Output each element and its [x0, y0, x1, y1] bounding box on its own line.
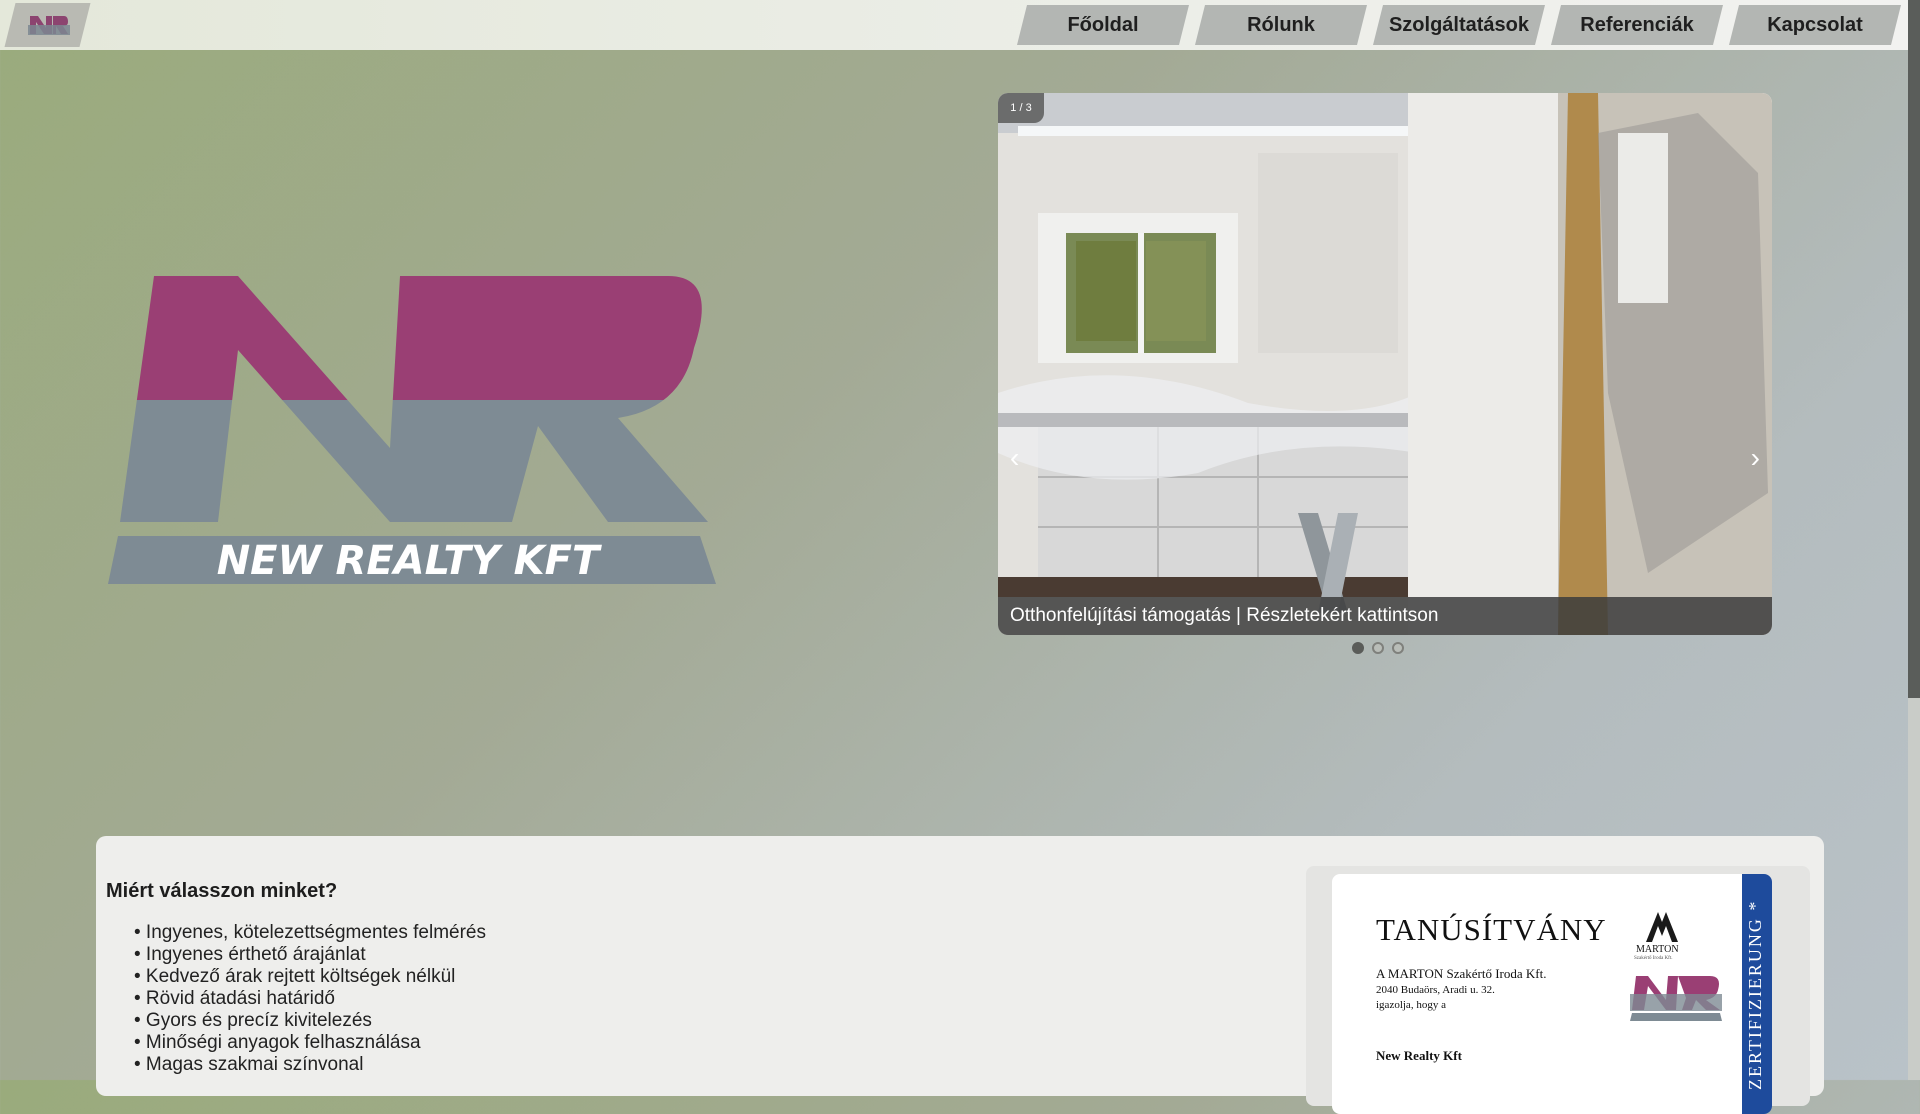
- nr-certificate-logo: [1630, 976, 1722, 1021]
- prev-slide-icon[interactable]: ‹: [1010, 443, 1019, 473]
- carousel-dot-3[interactable]: [1392, 642, 1404, 654]
- nav-item-referenciak[interactable]: Referenciák: [1551, 5, 1723, 45]
- nav-item-fooldal[interactable]: Főoldal: [1017, 5, 1189, 45]
- list-item: • Gyors és precíz kivitelezés: [134, 1010, 372, 1031]
- new-realty-logo: NEW REALTY KFT: [108, 276, 716, 584]
- certificate-issuer: A MARTON Szakértő Iroda Kft.: [1376, 966, 1547, 981]
- certificate-address: 2040 Budaörs, Aradi u. 32.: [1376, 984, 1495, 996]
- marton-emblem-icon: [1646, 912, 1678, 942]
- slide-caption[interactable]: Otthonfelújítási támogatás | Részletekér…: [998, 597, 1772, 635]
- certification-band: ZERTIFIZIERUNG *: [1742, 874, 1772, 1114]
- nr-mini-logo[interactable]: [26, 12, 70, 38]
- marton-name: MARTON: [1636, 944, 1679, 955]
- nav-label: Kapcsolat: [1767, 14, 1863, 36]
- list-item: • Minőségi anyagok felhasználása: [134, 1032, 421, 1053]
- certificate-card: TANÚSÍTVÁNY A MARTON Szakértő Iroda Kft.…: [1306, 866, 1810, 1114]
- marton-subtitle: Szakértő Iroda Kft.: [1634, 956, 1673, 961]
- list-item: • Ingyenes, kötelezettségmentes felmérés: [134, 922, 487, 943]
- why-choose-us-heading: Miért válasszon minket?: [106, 880, 338, 902]
- top-navigation-bar: Főoldal Rólunk Szolgáltatások Referenciá…: [0, 0, 1908, 50]
- nav-item-rolunk[interactable]: Rólunk: [1195, 5, 1367, 45]
- image-carousel[interactable]: 1 / 3 ‹ › Otthonfelújítási támogatás | R…: [998, 93, 1772, 635]
- nav-label: Rólunk: [1247, 14, 1315, 36]
- nav-item-kapcsolat[interactable]: Kapcsolat: [1729, 5, 1901, 45]
- next-slide-icon[interactable]: ›: [1751, 443, 1760, 473]
- certificate-title: TANÚSÍTVÁNY: [1376, 912, 1607, 947]
- list-item: • Kedvező árak rejtett költségek nélkül: [134, 966, 456, 987]
- list-item: • Rövid átadási határidő: [134, 988, 335, 1009]
- carousel-dots: [1352, 641, 1412, 657]
- certificate-company: New Realty Kft: [1376, 1048, 1462, 1063]
- list-item: • Magas szakmai színvonal: [134, 1054, 364, 1075]
- scrollbar-thumb[interactable]: [1908, 0, 1920, 698]
- nav-label: Szolgáltatások: [1388, 14, 1530, 36]
- certificate-image[interactable]: TANÚSÍTVÁNY A MARTON Szakértő Iroda Kft.…: [1332, 874, 1772, 1114]
- marton-logo: MARTON Szakértő Iroda Kft.: [1632, 908, 1692, 966]
- certificate-text: igazolja, hogy a: [1376, 999, 1446, 1011]
- slide-counter: 1 / 3: [998, 93, 1044, 123]
- reasons-list: • Ingyenes, kötelezettségmentes felmérés…: [134, 922, 486, 1076]
- carousel-dot-1[interactable]: [1352, 642, 1364, 654]
- list-item: • Ingyenes érthető árajánlat: [134, 944, 366, 965]
- kitchen-renovation-photo[interactable]: [998, 93, 1772, 635]
- carousel-dot-2[interactable]: [1372, 642, 1384, 654]
- nav-item-szolgaltatasok[interactable]: Szolgáltatások: [1373, 5, 1545, 45]
- logo-wordmark: NEW REALTY KFT: [217, 538, 602, 584]
- nav-label: Főoldal: [1067, 14, 1139, 36]
- band-text: ZERTIFIZIERUNG *: [1745, 900, 1765, 1091]
- content-panel: Miért válasszon minket? • Ingyenes, köte…: [96, 836, 1824, 1114]
- nav-label: Referenciák: [1580, 14, 1694, 36]
